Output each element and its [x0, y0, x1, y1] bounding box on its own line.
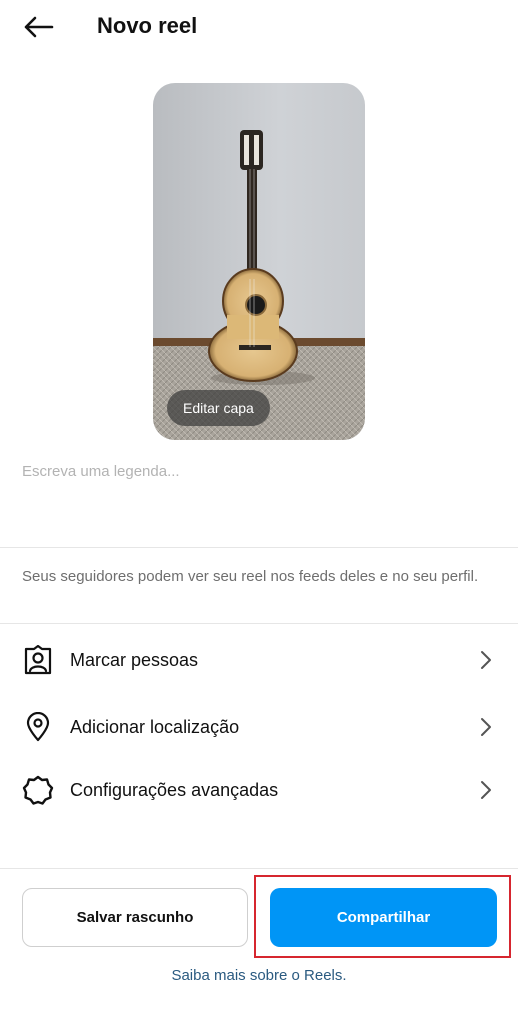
visibility-info-text: Seus seguidores podem ver seu reel nos f… [22, 568, 479, 585]
advanced-settings-label: Configurações avançadas [70, 779, 279, 800]
add-location-label: Adicionar localização [70, 716, 240, 737]
divider [0, 623, 518, 624]
chevron-right-icon [478, 650, 494, 670]
learn-more-link[interactable]: Saiba mais sobre o Reels. [0, 967, 518, 984]
chevron-right-icon [478, 780, 494, 800]
chevron-right-icon [478, 717, 494, 737]
advanced-settings-item[interactable]: Configurações avançadas [0, 763, 518, 817]
add-location-item[interactable]: Adicionar localização [0, 700, 518, 754]
share-button[interactable]: Compartilhar [270, 888, 497, 947]
top-bar: Novo reel [0, 0, 518, 56]
tag-people-label: Marcar pessoas [70, 649, 199, 670]
location-pin-icon [22, 711, 54, 743]
cover-image [153, 83, 365, 440]
divider [0, 868, 518, 869]
tag-person-icon [22, 644, 54, 676]
reel-cover-preview[interactable]: Editar capa [153, 83, 365, 440]
page-title: Novo reel [97, 13, 198, 38]
edit-cover-button[interactable]: Editar capa [167, 390, 270, 426]
tag-people-item[interactable]: Marcar pessoas [0, 633, 518, 687]
save-draft-button[interactable]: Salvar rascunho [22, 888, 248, 947]
caption-input[interactable] [22, 463, 492, 533]
settings-gear-icon [22, 774, 54, 806]
arrow-left-icon [24, 16, 54, 38]
back-button[interactable] [18, 10, 58, 44]
divider [0, 547, 518, 548]
